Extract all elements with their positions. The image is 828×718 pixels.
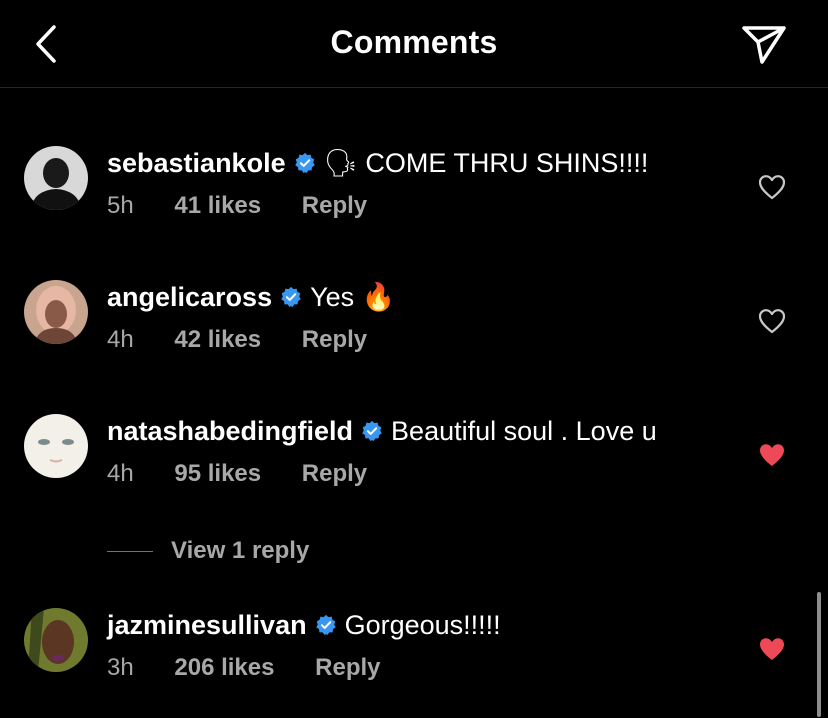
comment-text: 🗣 COME THRU SHINS!!!! [323,148,649,178]
heart-icon[interactable] [758,636,786,662]
comment-likes[interactable]: 42 likes [174,326,261,354]
comment-line: jazminesullivan Gorgeous!!!!! [107,608,501,642]
reply-button[interactable]: Reply [315,654,380,682]
comment-meta: 5h 41 likes Reply [107,192,367,220]
comment-likes[interactable]: 41 likes [174,192,261,220]
verified-badge-icon [315,614,336,635]
comment-time: 4h [107,460,134,487]
verified-badge-icon [362,420,382,441]
comment-likes[interactable]: 206 likes [174,654,274,682]
reply-button[interactable]: Reply [302,192,367,220]
avatar[interactable] [24,280,88,344]
heart-icon[interactable] [758,308,786,334]
scrollbar[interactable] [817,592,821,717]
divider [107,550,153,552]
comment-line: natashabedingfield Beautiful soul . Love… [107,414,657,448]
comment-line: angelicaross Yes 🔥 [107,280,395,314]
avatar[interactable] [24,146,88,210]
reply-button[interactable]: Reply [302,326,367,354]
header-bar: Comments [0,0,828,88]
comment-meta: 4h 42 likes Reply [107,326,367,354]
comment-time: 3h [107,654,134,681]
verified-badge-icon [294,152,315,173]
avatar[interactable] [24,608,88,672]
comment-item: jazminesullivan Gorgeous!!!!! 3h 206 lik… [0,608,828,718]
view-replies-label: View 1 reply [171,537,310,564]
heart-icon[interactable] [758,174,786,200]
comment-item: natashabedingfield Beautiful soul . Love… [0,414,828,524]
comment-item: angelicaross Yes 🔥 4h 42 likes Reply [0,280,828,390]
comment-username[interactable]: sebastiankole [107,146,286,180]
comment-username[interactable]: natashabedingfield [107,414,353,448]
comment-username[interactable]: jazminesullivan [107,608,307,642]
comment-text: Beautiful soul . Love u [391,416,657,446]
comment-item: sebastiankole 🗣 COME THRU SHINS!!!! 5h 4… [0,146,828,256]
share-button[interactable] [738,20,790,68]
comment-meta: 3h 206 likes Reply [107,654,381,682]
page-title: Comments [330,24,498,60]
comment-time: 4h [107,326,134,353]
comment-meta: 4h 95 likes Reply [107,460,367,488]
comment-text: Gorgeous!!!!! [344,610,501,640]
reply-button[interactable]: Reply [302,460,367,488]
avatar[interactable] [24,414,88,478]
comment-likes[interactable]: 95 likes [174,460,261,488]
view-replies-button[interactable]: View 1 reply [107,536,309,566]
comment-time: 5h [107,192,134,219]
comment-username[interactable]: angelicaross [107,280,272,314]
comment-text: Yes 🔥 [310,282,396,312]
heart-icon[interactable] [758,442,786,468]
verified-badge-icon [281,286,301,307]
comment-line: sebastiankole 🗣 COME THRU SHINS!!!! [107,146,648,180]
paper-plane-icon [742,26,786,64]
